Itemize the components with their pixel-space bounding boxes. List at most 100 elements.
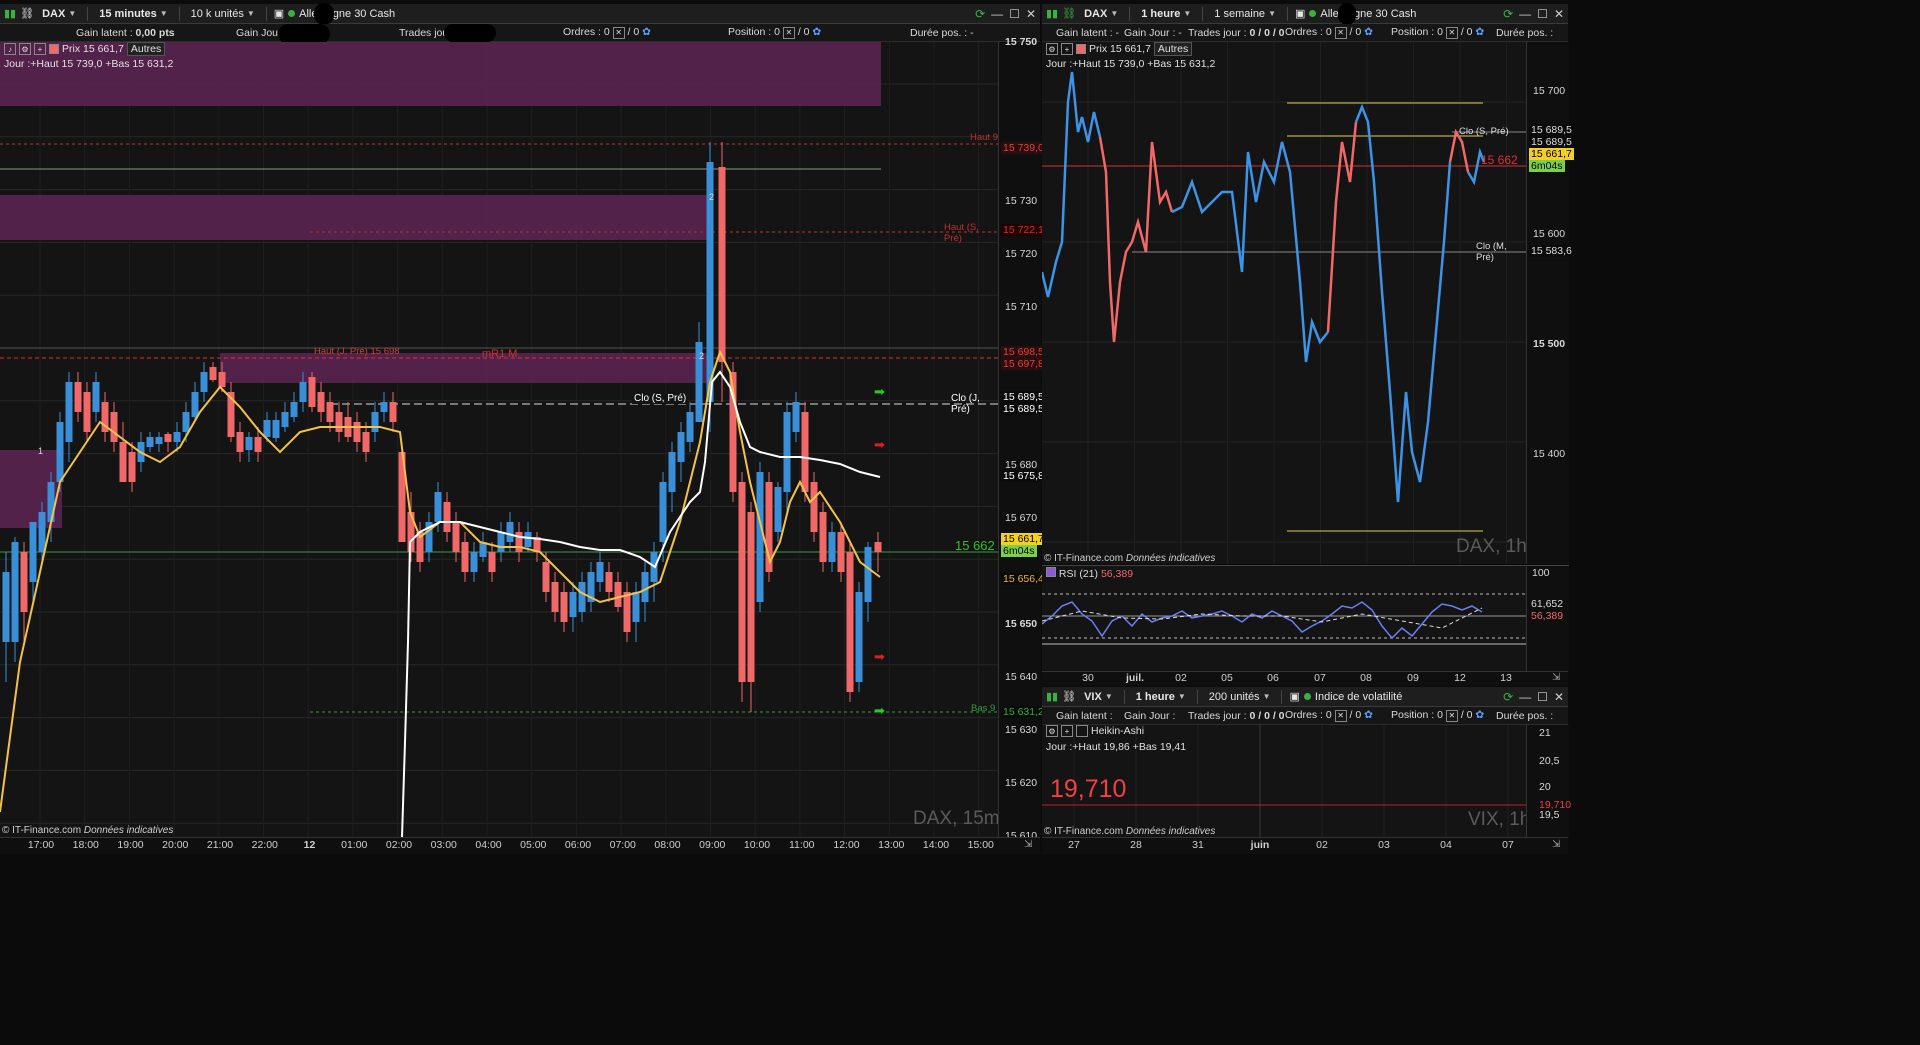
status-dot-icon	[1303, 693, 1311, 700]
x-axis-label: 12	[303, 839, 316, 851]
timeframe-select[interactable]: 15 minutes ▼	[95, 8, 171, 20]
maximize-icon[interactable]: ☐	[1537, 7, 1548, 21]
price-level-label: 15 689,5	[1001, 391, 1046, 403]
candle-body	[718, 167, 726, 362]
refresh-icon[interactable]: ⟳	[975, 7, 985, 21]
add-icon[interactable]: +	[1061, 43, 1073, 55]
link-icon[interactable]: ⛓	[1062, 690, 1076, 703]
close-icon[interactable]: ✕	[1554, 7, 1564, 21]
candle-body	[747, 512, 755, 682]
price-level-label: 15 739,0	[1001, 142, 1046, 154]
settings-icon[interactable]: ⚙	[19, 43, 31, 55]
chevron-down-icon: ▼	[1177, 692, 1186, 701]
y-axis-label: 15 670	[1005, 512, 1038, 524]
candle-body	[623, 592, 631, 632]
period-select[interactable]: 1 semaine ▼	[1210, 8, 1280, 20]
x-axis-label: 22:00	[251, 839, 278, 851]
right-top-chart-pane[interactable]: ⚙ + Prix 15 661,7 Autres Jour :+Haut 15 …	[1042, 42, 1526, 564]
left-info-bar: Gain latent : 0,00 pts Gain Jour : Trade…	[0, 24, 1040, 42]
candle-body	[209, 367, 217, 380]
right-top-price-axis[interactable]: 15 700 15 600 15 500 15 400 15 689,5 15 689,…	[1526, 42, 1574, 564]
link-icon[interactable]: ⛓	[1062, 7, 1076, 20]
heikin-ashi-checkbox[interactable]	[1076, 725, 1088, 737]
rsi-axis[interactable]: 100 61,652 56,389	[1526, 565, 1569, 672]
chart-type-icon[interactable]: ▮▮	[1046, 690, 1058, 703]
x-axis-label: 27	[1068, 839, 1080, 851]
autres-button[interactable]: Autres	[126, 42, 166, 56]
haut-s-label: Haut (S, Pré)	[944, 222, 979, 244]
candle-body	[828, 532, 836, 562]
minimize-icon[interactable]: —	[991, 7, 1003, 21]
symbol-select[interactable]: DAX ▼	[1080, 8, 1122, 20]
minimize-icon[interactable]: —	[1519, 7, 1531, 21]
left-price-axis[interactable]: 15 75015 74015 73015 72015 71015 70015 6…	[998, 36, 1046, 842]
y-axis-label: 15 640	[1005, 671, 1038, 683]
vix-big-value: 19,710	[1050, 775, 1127, 803]
price-level-label: 15 689,5	[1529, 124, 1574, 136]
left-chart-pane[interactable]: ♪ ⚙ + Prix 15 661,7 Autres Jour :+Haut 1…	[0, 42, 998, 837]
y-axis-label: 15 720	[1005, 248, 1038, 260]
price-line	[1098, 136, 1174, 343]
info-icon[interactable]: ▣	[274, 7, 284, 20]
chevron-down-icon: ▼	[1268, 9, 1276, 18]
refresh-icon[interactable]: ⟳	[1503, 7, 1513, 21]
rsi-pane[interactable]: RSI (21) 56,389	[1042, 565, 1526, 672]
x-axis-label: 07	[1502, 839, 1514, 851]
haut-j-label: Haut (J, Pré) 15 698	[314, 346, 400, 357]
x-axis-label: 20:00	[162, 839, 189, 851]
vix-price-axis[interactable]: 21 20,5 20 19,5 19,710	[1526, 725, 1571, 837]
maximize-icon[interactable]: ☐	[1537, 690, 1548, 704]
y-axis-label: 15 700	[1533, 85, 1566, 97]
scroll-icon[interactable]: ⇲	[1024, 839, 1032, 850]
price-level-label: 15 675,8	[1001, 470, 1046, 482]
close-icon[interactable]: ✕	[1554, 690, 1564, 704]
candle-body	[874, 542, 882, 552]
candle-body	[756, 472, 764, 602]
scroll-icon[interactable]: ⇲	[1552, 839, 1560, 850]
candle-body	[56, 422, 64, 482]
bell-icon[interactable]: ♪	[4, 43, 16, 55]
vix-time-axis[interactable]: 27 28 31 juin 02 03 04 07 ⇲	[1042, 837, 1568, 854]
close-icon[interactable]: ✕	[1026, 7, 1036, 21]
rsi-chart[interactable]	[1042, 566, 1526, 672]
candle-body	[461, 542, 469, 572]
chevron-down-icon: ▼	[1183, 9, 1192, 18]
left-time-axis[interactable]: 17:00 18:00 19:00 20:00 21:00 22:00 12 01:00 02:…	[0, 837, 1040, 854]
candle-body	[855, 592, 863, 682]
timeframe-select[interactable]: 1 heure ▼	[1132, 691, 1190, 703]
x-axis-label: 18:00	[72, 839, 99, 851]
add-icon[interactable]: +	[1061, 725, 1073, 737]
info-icon[interactable]: ▣	[1295, 7, 1305, 20]
price-level-label: 15 689,5	[1529, 136, 1574, 148]
candle-body	[452, 522, 460, 552]
info-icon[interactable]: ▣	[1289, 690, 1299, 703]
left-price-chart[interactable]	[0, 42, 998, 837]
vix-chart-pane[interactable]: ⚙ + Heikin-Ashi Jour :+Haut 19,86 +Bas 1…	[1042, 725, 1526, 837]
symbol-select[interactable]: VIX ▼	[1080, 691, 1117, 703]
legend-color-swatch	[49, 44, 59, 54]
candle-body	[335, 412, 343, 432]
chart-type-icon[interactable]: ▮▮	[1046, 7, 1058, 20]
refresh-icon[interactable]: ⟳	[1503, 690, 1513, 704]
candle-body	[783, 412, 791, 492]
units-select[interactable]: 10 k unités ▼	[187, 8, 259, 20]
symbol-select[interactable]: DAX ▼	[38, 8, 80, 20]
chart-type-icon[interactable]: ▮▮	[4, 7, 16, 20]
minimize-icon[interactable]: —	[1519, 690, 1531, 704]
scroll-icon[interactable]: ⇲	[1552, 672, 1560, 683]
candle-body	[272, 420, 280, 438]
add-icon[interactable]: +	[34, 43, 46, 55]
y-axis-label: 15 620	[1005, 777, 1038, 789]
autres-button[interactable]: Autres	[1153, 42, 1193, 56]
right-top-price-chart[interactable]	[1042, 42, 1526, 564]
settings-icon[interactable]: ⚙	[1046, 725, 1058, 737]
instrument-name: Indice de volatilité	[1314, 690, 1403, 703]
timeframe-select[interactable]: 1 heure ▼	[1137, 8, 1195, 20]
link-icon[interactable]: ⛓	[20, 7, 34, 20]
maximize-icon[interactable]: ☐	[1009, 7, 1020, 21]
candle-body	[20, 552, 28, 612]
right-top-time-axis[interactable]: 30 juil. 02 05 06 07 08 09 12 13 ⇲	[1042, 671, 1568, 686]
legend-color-swatch	[1046, 567, 1056, 577]
units-select[interactable]: 200 unités ▼	[1205, 691, 1275, 703]
settings-icon[interactable]: ⚙	[1046, 43, 1058, 55]
